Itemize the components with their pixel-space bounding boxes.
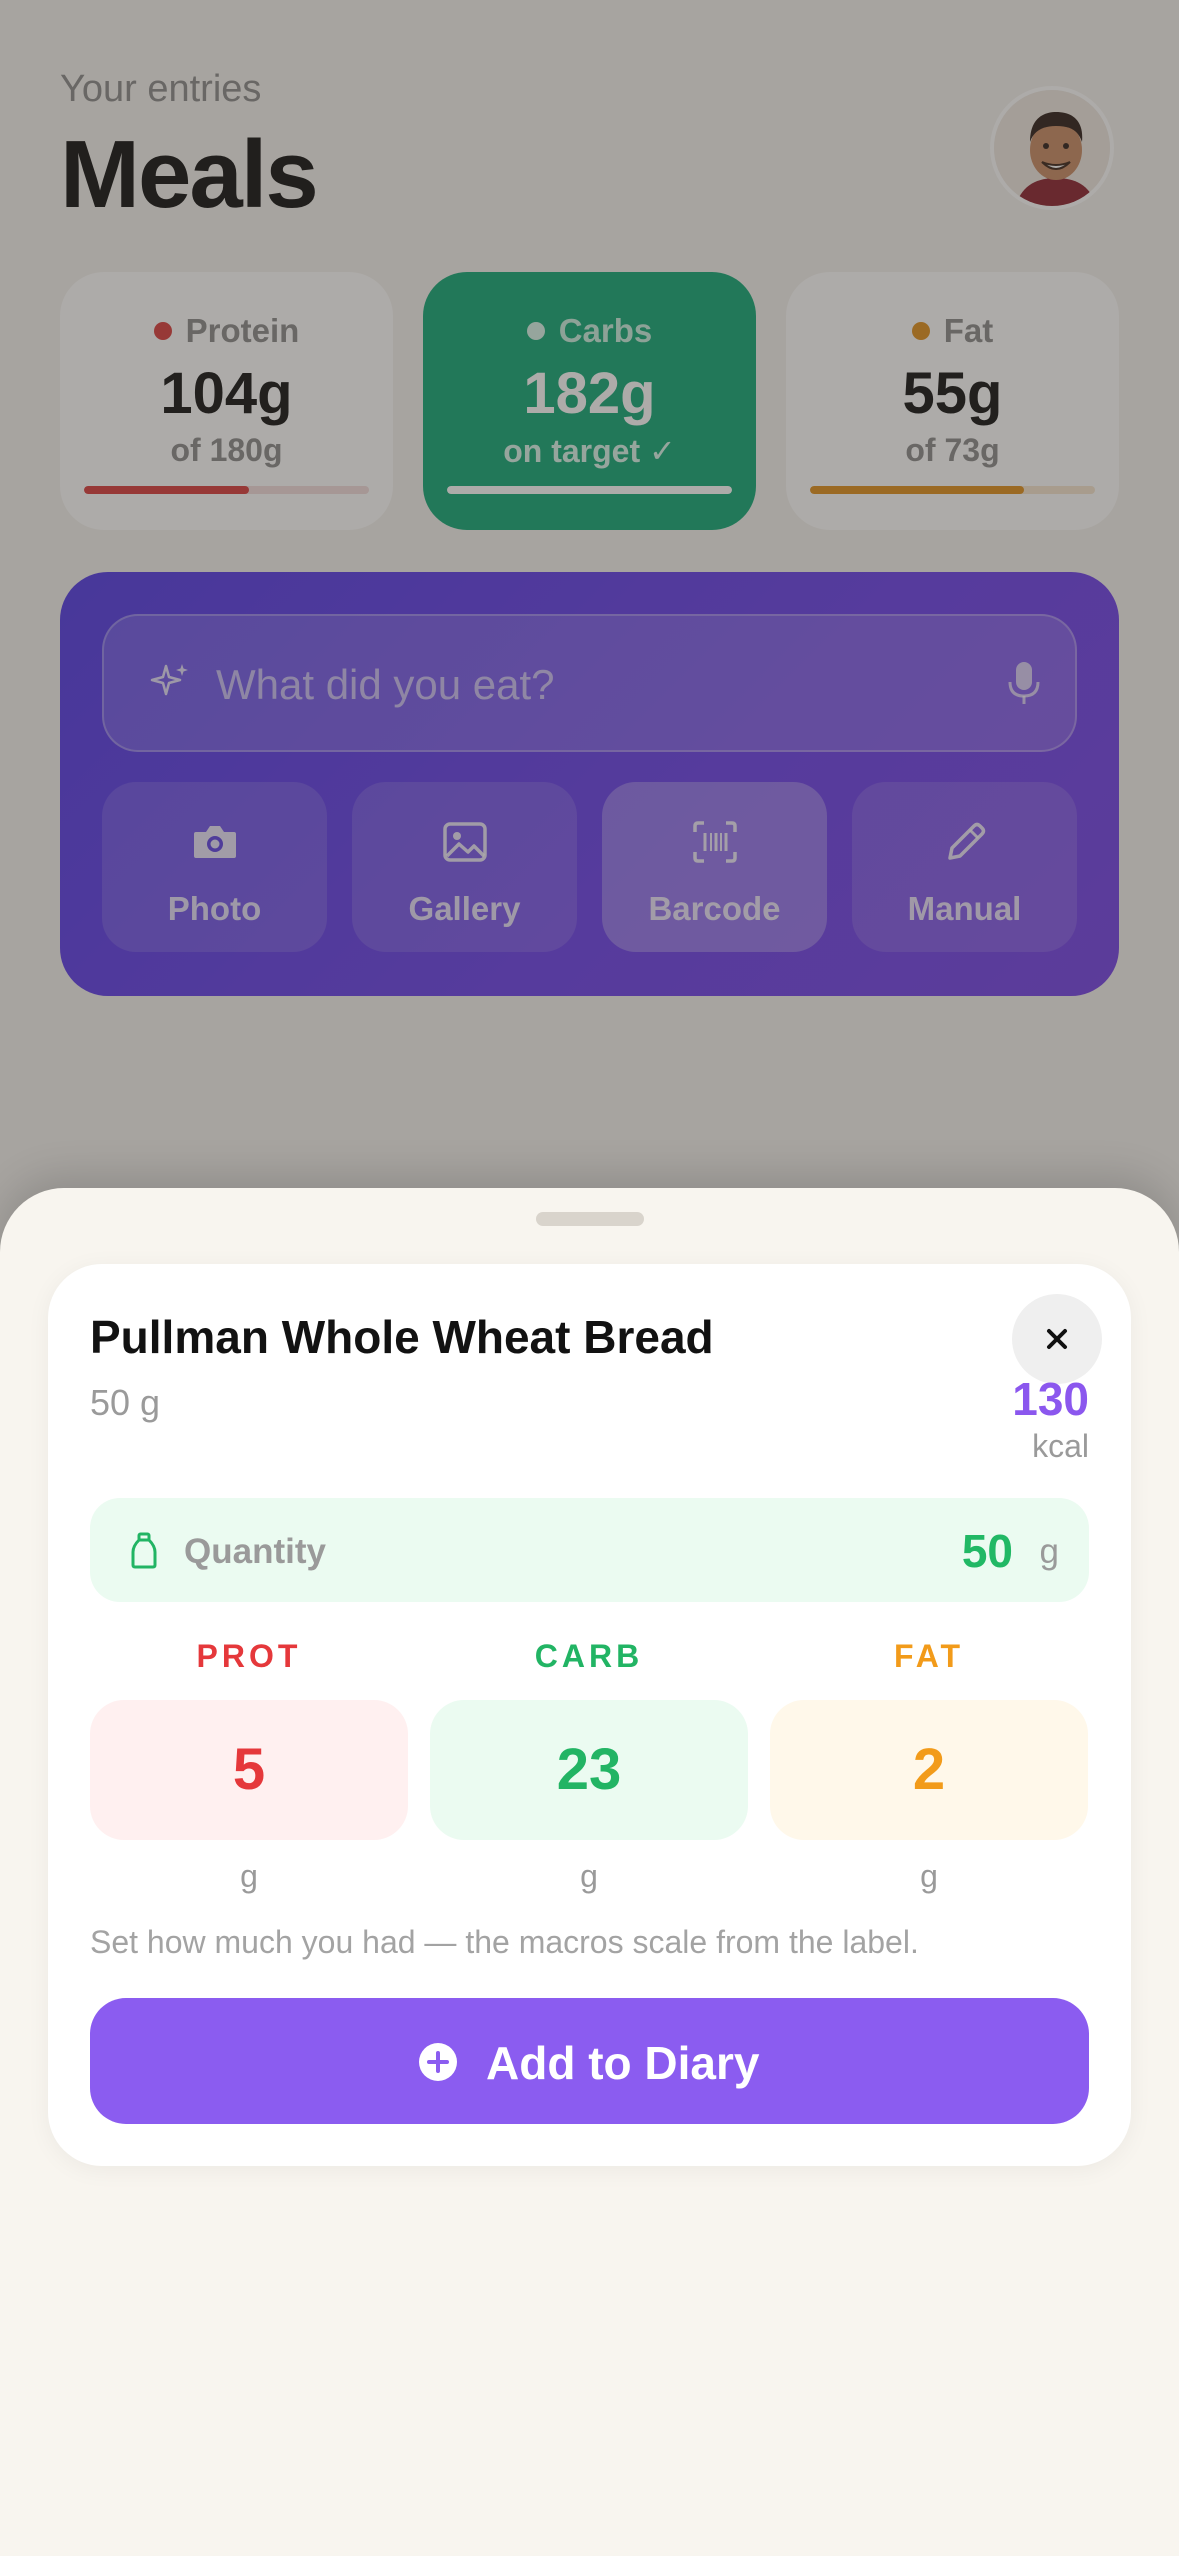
macro-amount: 23 [430,1700,748,1840]
quantity-label: Quantity [184,1532,326,1571]
macro-unit: g [580,1858,598,1894]
macro-label: CARB [534,1638,644,1674]
macro-unit: g [920,1858,938,1894]
serving-size: 50 g [90,1382,161,1423]
quantity-value[interactable]: 50 [962,1524,1013,1578]
sheet-grabber[interactable] [536,1212,644,1226]
quantity-unit: g [1039,1532,1059,1571]
macro-unit: g [240,1858,258,1894]
macro-label: PROT [196,1638,302,1674]
quantity-field[interactable]: Quantity 50 g [90,1498,1089,1602]
fat-macro: FAT 2 g [770,1638,1088,1895]
plus-circle-icon [419,2043,457,2081]
food-detail-card: Pullman Whole Wheat Bread 50 g 130 kcal … [48,1264,1131,2166]
bottom-sheet: Pullman Whole Wheat Bread 50 g 130 kcal … [0,1188,1179,2556]
macro-label: FAT [893,1638,965,1674]
carb-macro: CARB 23 g [430,1638,748,1895]
macro-amount: 2 [770,1700,1088,1840]
protein-macro: PROT 5 g [90,1638,408,1895]
add-to-diary-button[interactable]: Add to Diary [90,1998,1089,2124]
close-icon [1047,1329,1067,1349]
food-name: Pullman Whole Wheat Bread [90,1311,714,1363]
calories-value: 130 [1012,1373,1089,1425]
calories-unit: kcal [1032,1428,1089,1464]
close-button[interactable] [1012,1294,1102,1384]
add-button-label: Add to Diary [486,2037,760,2089]
macro-amount: 5 [90,1700,408,1840]
helper-text: Set how much you had — the macros scale … [90,1924,919,1960]
bottle-icon [131,1532,157,1569]
